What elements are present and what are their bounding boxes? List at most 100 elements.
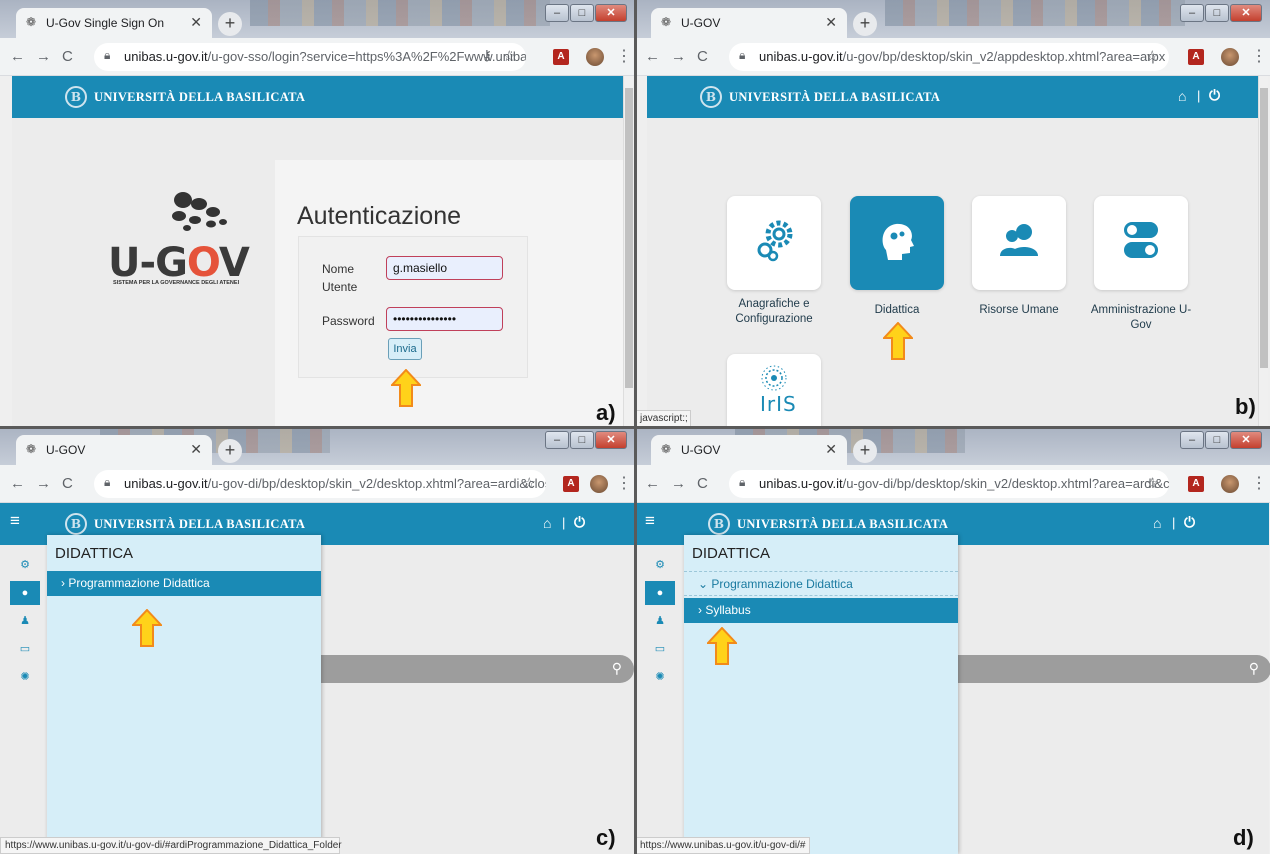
sidebar-users-icon[interactable]: ♟ [10,609,40,633]
password-input[interactable] [386,307,503,331]
profile-avatar[interactable] [1221,475,1239,493]
close-window-button[interactable]: ✕ [595,4,627,22]
tab-title: U-Gov Single Sign On [46,16,165,30]
sidebar-toggles-icon[interactable]: ▭ [645,637,675,661]
window-controls: – □ ✕ [545,4,627,22]
username-input[interactable] [386,256,503,280]
sidebar-didattica-icon[interactable]: ● [645,581,675,605]
power-icon[interactable]: ⏻ [574,514,585,531]
page-scrollbar[interactable] [623,76,633,427]
lock-icon: 🔒︎ [104,475,111,489]
back-icon[interactable]: ← [10,48,25,65]
pdf-extension-icon[interactable]: A [563,476,579,492]
header-separator: | [562,515,566,530]
new-tab-button[interactable]: + [218,439,242,463]
maximize-button[interactable]: □ [1205,4,1229,22]
sidebar-gears-icon[interactable]: ⚙ [10,553,40,577]
home-icon[interactable]: ⌂ [1178,88,1186,104]
sidebar-users-icon[interactable]: ♟ [645,609,675,633]
reload-icon[interactable]: C [62,48,73,65]
url-field[interactable]: 🔒︎ unibas.u-gov.it/u-gov-di/bp/desktop/s… [94,470,546,498]
page-scrollbar[interactable] [1258,76,1268,427]
forward-icon[interactable]: → [36,475,51,492]
close-window-button[interactable]: ✕ [1230,431,1262,449]
sidebar-iris-icon[interactable]: ✺ [645,665,675,689]
search-bar[interactable]: ⚲ [958,655,1270,683]
pdf-extension-icon[interactable]: A [553,49,569,65]
menu-item-programmazione-didattica[interactable]: › Programmazione Didattica [47,571,321,596]
browser-tab[interactable]: ❁ U-GOV ✕ [651,8,847,38]
browser-tab[interactable]: ❁ U-GOV ✕ [651,435,847,465]
tile-amministrazione[interactable] [1094,196,1188,290]
browser-menu-icon[interactable]: ⋮ [616,473,632,493]
tile-anagrafiche[interactable] [727,196,821,290]
pdf-extension-icon[interactable]: A [1188,49,1204,65]
back-icon[interactable]: ← [645,475,660,492]
browser-menu-icon[interactable]: ⋮ [1251,46,1267,66]
home-icon[interactable]: ⌂ [543,515,551,531]
forward-icon[interactable]: → [36,48,51,65]
hamburger-menu-icon[interactable]: ≡ [10,511,20,531]
minimize-button[interactable]: – [545,4,569,22]
new-tab-button[interactable]: + [218,12,242,36]
bookmark-star-icon[interactable]: ☆ [523,474,536,492]
pdf-extension-icon[interactable]: A [1188,476,1204,492]
search-icon[interactable]: ⚲ [612,660,622,677]
close-tab-icon[interactable]: ✕ [190,14,202,31]
profile-avatar[interactable] [586,48,604,66]
maximize-button[interactable]: □ [570,431,594,449]
sidebar-gears-icon[interactable]: ⚙ [645,553,675,577]
browser-menu-icon[interactable]: ⋮ [1251,473,1267,493]
browser-tab[interactable]: ❁ U-Gov Single Sign On ✕ [16,8,212,38]
power-icon[interactable]: ⏻ [1184,514,1195,531]
maximize-button[interactable]: □ [1205,431,1229,449]
tile-risorse-umane[interactable] [972,196,1066,290]
didattica-menu: DIDATTICA › Programmazione Didattica [47,535,321,854]
tile-didattica[interactable] [850,196,944,290]
browser-menu-icon[interactable]: ⋮ [616,46,632,66]
sidebar-iris-icon[interactable]: ✺ [10,665,40,689]
app-sidebar: ⚙ ● ♟ ▭ ✺ [10,545,40,854]
forward-icon[interactable]: → [671,475,686,492]
back-icon[interactable]: ← [645,48,660,65]
close-window-button[interactable]: ✕ [1230,4,1262,22]
bookmark-star-icon[interactable]: ☆ [1146,474,1159,492]
reload-icon[interactable]: C [697,475,708,492]
minimize-button[interactable]: – [1180,431,1204,449]
power-icon[interactable]: ⏻ [1209,87,1220,104]
back-icon[interactable]: ← [10,475,25,492]
hamburger-menu-icon[interactable]: ≡ [645,511,655,531]
profile-avatar[interactable] [1221,48,1239,66]
close-tab-icon[interactable]: ✕ [190,441,202,458]
tile-iris[interactable]: IrIS [727,354,821,427]
close-tab-icon[interactable]: ✕ [825,441,837,458]
new-tab-button[interactable]: + [853,439,877,463]
sidebar-toggles-icon[interactable]: ▭ [10,637,40,661]
url-field[interactable]: 🔒︎ unibas.u-gov.it/u-gov/bp/desktop/skin… [729,43,1169,71]
submit-button[interactable]: Invia [388,338,422,360]
url-field[interactable]: 🔒︎ unibas.u-gov.it/u-gov-di/bp/desktop/s… [729,470,1169,498]
close-tab-icon[interactable]: ✕ [825,14,837,31]
bookmark-star-icon[interactable]: ☆ [503,47,516,65]
browser-tab[interactable]: ❁ U-GOV ✕ [16,435,212,465]
url-field[interactable]: 🔒︎ unibas.u-gov.it/u-gov-sso/login?servi… [94,43,526,71]
close-window-button[interactable]: ✕ [595,431,627,449]
minimize-button[interactable]: – [1180,4,1204,22]
search-icon[interactable]: ⚲ [1249,660,1259,677]
home-icon[interactable]: ⌂ [1153,515,1161,531]
reload-icon[interactable]: C [62,475,73,492]
key-icon[interactable]: ⚷ [482,47,492,64]
search-bar[interactable]: ⚲ [321,655,634,683]
bookmark-star-icon[interactable]: ☆ [1146,47,1159,65]
maximize-button[interactable]: □ [570,4,594,22]
forward-icon[interactable]: → [671,48,686,65]
sidebar-didattica-icon[interactable]: ● [10,581,40,605]
minimize-button[interactable]: – [545,431,569,449]
menu-title: DIDATTICA [55,545,134,562]
menu-item-syllabus[interactable]: › Syllabus [684,598,958,623]
didattica-menu: DIDATTICA ⌄ Programmazione Didattica › S… [684,535,958,854]
reload-icon[interactable]: C [697,48,708,65]
menu-item-programmazione-didattica[interactable]: ⌄ Programmazione Didattica [684,571,958,596]
new-tab-button[interactable]: + [853,12,877,36]
profile-avatar[interactable] [590,475,608,493]
